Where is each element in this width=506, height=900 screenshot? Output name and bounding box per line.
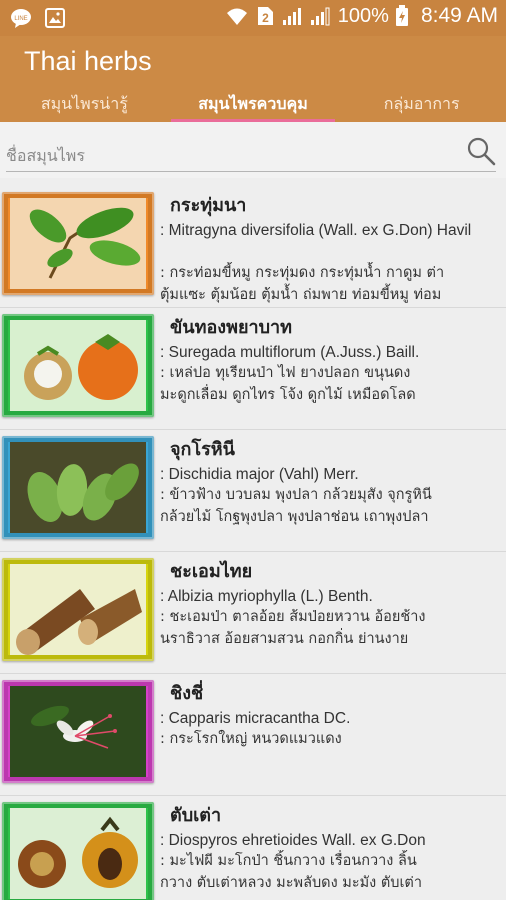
herb-image-frame xyxy=(2,436,154,539)
notification-icons: LINE xyxy=(10,7,66,29)
herb-list-item[interactable]: ชะเอมไทย : Albizia myriophylla (L.) Bent… xyxy=(0,552,506,674)
herb-local-names: : เหล่ปอ ทุเรียนป่า ไฟ ยางปลอก ขนุนดง มะ… xyxy=(160,362,506,406)
herb-local-names-line: : เหล่ปอ ทุเรียนป่า ไฟ ยางปลอก ขนุนดง xyxy=(160,365,411,381)
herb-name: ตับเต่า xyxy=(170,805,222,826)
herb-name: ชิงชี่ xyxy=(170,683,204,704)
herb-scientific-name: : Mitragyna diversifolia (Wall. ex G.Don… xyxy=(160,222,472,239)
clock: 8:49 AM xyxy=(420,4,498,27)
herb-wood-image xyxy=(10,564,146,655)
herb-local-names-line: : ข้าวฟ้าง บวบลม พุงปลา กล้วยมุสัง จุกรู… xyxy=(160,487,432,503)
herb-local-names-line: นราธิวาส อ้อยสามสวน กอกกิ่น ย่านงาย xyxy=(160,631,409,647)
herb-local-names-line: กวาง ตับเต่าหลวง มะพลับดง มะมัง ตับเต่า xyxy=(160,875,422,891)
search-input[interactable] xyxy=(6,140,496,172)
battery-percent: 100% xyxy=(337,4,389,27)
herb-flower-image xyxy=(10,686,146,777)
tab-controlled-herbs[interactable]: สมุนไพรควบคุม xyxy=(169,84,338,122)
herb-local-names-line: กล้วยไม้ โกฐพุงปลา พุงปลาช่อน เถาพุงปลา xyxy=(160,509,429,525)
herb-local-names-line: : กระท่อมขี้หมู กระทุ่มดง กระทุ่มน้ำ กาด… xyxy=(160,265,445,281)
herb-leaf-image xyxy=(10,198,146,289)
herb-local-names: : กระโรกใหญ่ หนวดแมวแดง xyxy=(160,728,506,750)
herb-pods-image xyxy=(10,442,146,533)
herb-local-names-line: : ชะเอมป่า ตาลอ้อย ส้มป่อยหวาน อ้อยช้าง xyxy=(160,609,426,625)
herb-local-names-line: ตุ้มแซะ ตุ้มน้อย ตุ้มน้ำ ถ่มพาย ท่อมขี้ห… xyxy=(160,287,442,303)
app-title: Thai herbs xyxy=(24,46,152,76)
svg-text:LINE: LINE xyxy=(14,16,27,22)
herb-list-item[interactable]: ชิงชี่ : Capparis micracantha DC. : กระโ… xyxy=(0,674,506,796)
herb-name: กระทุ่มนา xyxy=(170,195,247,216)
herb-name: จุกโรหินี xyxy=(170,439,235,460)
herb-scientific-name: : Dischidia major (Vahl) Merr. xyxy=(160,466,359,483)
herb-fruit-image xyxy=(10,320,146,411)
herb-name: ชะเอมไทย xyxy=(170,561,253,582)
herb-scientific-name: : Suregada multiflorum (A.Juss.) Baill. xyxy=(160,344,420,361)
signal-icon xyxy=(282,8,301,25)
tab-interesting-herbs[interactable]: สมุนไพรน่ารู้ xyxy=(0,84,169,122)
herb-local-names-line: มะดูกเลื่อม ดูกไทร โจ้ง ดูกไม้ เหมือดโลด xyxy=(160,387,416,403)
herb-image-frame xyxy=(2,314,154,417)
tab-bar: สมุนไพรน่ารู้ สมุนไพรควบคุม กลุ่มอาการ xyxy=(0,84,506,122)
herb-local-names: : ข้าวฟ้าง บวบลม พุงปลา กล้วยมุสัง จุกรู… xyxy=(160,484,506,528)
line-app-icon: LINE xyxy=(11,9,31,28)
herb-fruit-image xyxy=(10,808,146,899)
herb-image-frame xyxy=(2,192,154,295)
herb-list-item[interactable]: ขันทองพยาบาท : Suregada multiflorum (A.J… xyxy=(0,308,506,430)
herb-list-item[interactable]: ตับเต่า : Diospyros ehretioides Wall. ex… xyxy=(0,796,506,900)
herb-image-frame xyxy=(2,680,154,783)
herb-name: ขันทองพยาบาท xyxy=(170,317,292,338)
herb-local-names: : มะไฟผี มะโกป่า ชิ้นกวาง เรื่อนกวาง ลิ้… xyxy=(160,850,506,894)
herb-scientific-name: : Capparis micracantha DC. xyxy=(160,710,351,727)
signal-icon-2 xyxy=(310,7,330,26)
app-bar: Thai herbs สมุนไพรน่ารู้ สมุนไพรควบคุม ก… xyxy=(0,36,506,122)
wifi-icon xyxy=(226,8,247,25)
herb-list-item[interactable]: จุกโรหินี : Dischidia major (Vahl) Merr.… xyxy=(0,430,506,552)
search-icon[interactable] xyxy=(466,136,496,166)
sim-number: 2 xyxy=(262,11,269,25)
herb-image-frame xyxy=(2,802,154,900)
herb-local-names: : ชะเอมป่า ตาลอ้อย ส้มป่อยหวาน อ้อยช้าง … xyxy=(160,606,506,650)
herb-local-names-line: : กระโรกใหญ่ หนวดแมวแดง xyxy=(160,731,342,747)
gallery-icon xyxy=(45,8,65,28)
status-bar: LINE 2 100% 8:49 AM xyxy=(0,0,506,36)
herb-list: กระทุ่มนา : Mitragyna diversifolia (Wall… xyxy=(0,186,506,900)
herb-scientific-name: : Diospyros ehretioides Wall. ex G.Don xyxy=(160,832,426,849)
battery-charging-icon xyxy=(395,5,408,26)
herb-list-item[interactable]: กระทุ่มนา : Mitragyna diversifolia (Wall… xyxy=(0,186,506,308)
herb-local-names: : กระท่อมขี้หมู กระทุ่มดง กระทุ่มน้ำ กาด… xyxy=(160,262,506,306)
herb-scientific-name: : Albizia myriophylla (L.) Benth. xyxy=(160,588,373,605)
herb-image-frame xyxy=(2,558,154,661)
tab-symptom-groups[interactable]: กลุ่มอาการ xyxy=(337,84,506,122)
search-bar xyxy=(0,122,506,178)
sim-icon: 2 xyxy=(257,7,273,25)
herb-local-names-line: : มะไฟผี มะโกป่า ชิ้นกวาง เรื่อนกวาง ลิ้… xyxy=(160,853,417,869)
system-indicators: 2 100% 8:49 AM xyxy=(226,4,498,28)
